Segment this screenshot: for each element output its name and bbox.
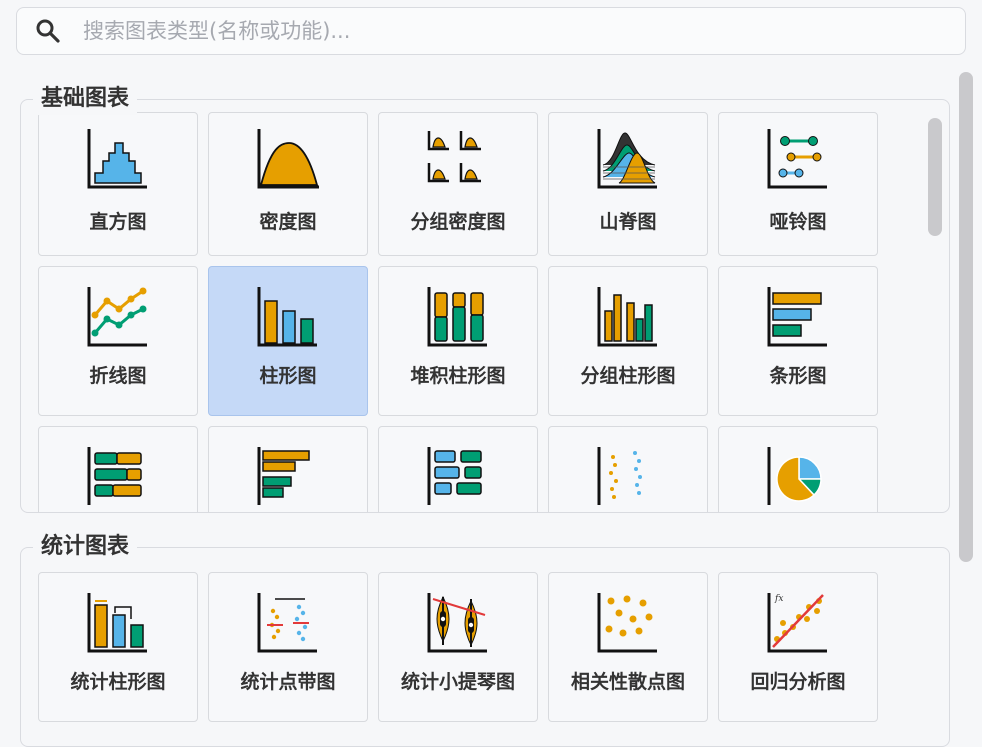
chart-card-regression[interactable]: fx 回归分析图 xyxy=(718,572,878,722)
density-icon xyxy=(257,129,319,189)
group-scrollbar-thumb[interactable] xyxy=(928,118,942,236)
chart-card-bar[interactable]: 条形图 xyxy=(718,266,878,416)
search-input[interactable] xyxy=(81,18,965,44)
dumbbell-icon xyxy=(767,129,827,189)
group-title: 基础图表 xyxy=(33,83,138,115)
strip-plot-icon xyxy=(597,447,642,505)
bar-chart-icon xyxy=(767,287,827,347)
chart-card-line[interactable]: 折线图 xyxy=(38,266,198,416)
histogram-icon xyxy=(87,129,147,189)
chart-card-grouped-column[interactable]: 分组柱形图 xyxy=(548,266,708,416)
grouped-bar-icon xyxy=(257,447,310,505)
grouped-density-icon xyxy=(427,131,481,183)
group-statistical-charts: 统计柱形图 统计点带图 统计小提琴图 相关性散点图 fx 回归分析图 统计图表 xyxy=(20,531,950,747)
chart-card-stacked-column[interactable]: 堆积柱形图 xyxy=(378,266,538,416)
chart-card-correlation-scatter[interactable]: 相关性散点图 xyxy=(548,572,708,722)
chart-card-label: 柱形图 xyxy=(259,365,317,387)
chart-card-label: 统计小提琴图 xyxy=(400,671,515,693)
search-icon xyxy=(36,19,60,43)
chart-card-ridgeline[interactable]: 山脊图 xyxy=(548,112,708,256)
stat-strip-icon xyxy=(257,593,317,653)
line-chart-icon xyxy=(87,287,147,347)
scatter-icon xyxy=(597,593,657,653)
chart-card-label: 条形图 xyxy=(769,365,827,387)
pie-chart-icon xyxy=(767,447,822,505)
chart-card-label: 统计柱形图 xyxy=(70,671,166,693)
chart-card-label: 相关性散点图 xyxy=(570,671,685,693)
group-basic-viewport: 直方图 密度图 分组密度图 山脊图 哑铃图 折线图 柱形图 堆积柱形图 分组柱形… xyxy=(21,100,949,512)
ridgeline-icon xyxy=(597,129,657,189)
block-bar-icon xyxy=(427,447,482,505)
stat-violin-icon xyxy=(427,593,487,653)
chart-card-label: 分组柱形图 xyxy=(580,365,676,387)
chart-card-stat-strip[interactable]: 统计点带图 xyxy=(208,572,368,722)
stacked-column-icon xyxy=(427,287,487,347)
chart-card-column[interactable]: 柱形图 xyxy=(208,266,368,416)
chart-card-label: 哑铃图 xyxy=(769,211,827,233)
grouped-column-icon xyxy=(597,287,657,347)
svg-text:fx: fx xyxy=(774,594,783,604)
chart-card-label: 折线图 xyxy=(89,365,147,387)
chart-card-label: 直方图 xyxy=(89,211,147,233)
group-basic-charts: 直方图 密度图 分组密度图 山脊图 哑铃图 折线图 柱形图 堆积柱形图 分组柱形… xyxy=(20,83,950,513)
group-statistical-viewport: 统计柱形图 统计点带图 统计小提琴图 相关性散点图 fx 回归分析图 xyxy=(21,548,949,746)
chart-card-label: 山脊图 xyxy=(599,211,657,233)
chart-card-histogram[interactable]: 直方图 xyxy=(38,112,198,256)
chart-card-label: 分组密度图 xyxy=(410,211,506,233)
chart-card-density[interactable]: 密度图 xyxy=(208,112,368,256)
stat-column-icon xyxy=(87,593,147,653)
stacked-bar-icon xyxy=(87,447,142,505)
column-chart-icon xyxy=(257,287,317,347)
chart-card-dumbbell[interactable]: 哑铃图 xyxy=(718,112,878,256)
chart-card-strip[interactable] xyxy=(548,426,708,512)
chart-card-grouped-density[interactable]: 分组密度图 xyxy=(378,112,538,256)
chart-card-block-bar[interactable] xyxy=(378,426,538,512)
chart-card-label: 密度图 xyxy=(259,211,317,233)
chart-card-pie[interactable] xyxy=(718,426,878,512)
chart-card-stacked-bar[interactable] xyxy=(38,426,198,512)
search-bar[interactable] xyxy=(16,7,966,55)
chart-card-stat-column[interactable]: 统计柱形图 xyxy=(38,572,198,722)
chart-card-label: 统计点带图 xyxy=(240,671,336,693)
chart-card-label: 堆积柱形图 xyxy=(410,365,506,387)
group-title: 统计图表 xyxy=(33,531,138,563)
chart-card-stat-violin[interactable]: 统计小提琴图 xyxy=(378,572,538,722)
regression-icon: fx xyxy=(767,593,827,653)
chart-card-label: 回归分析图 xyxy=(750,671,846,693)
page-scrollbar-thumb[interactable] xyxy=(959,72,973,562)
chart-card-grouped-bar[interactable] xyxy=(208,426,368,512)
